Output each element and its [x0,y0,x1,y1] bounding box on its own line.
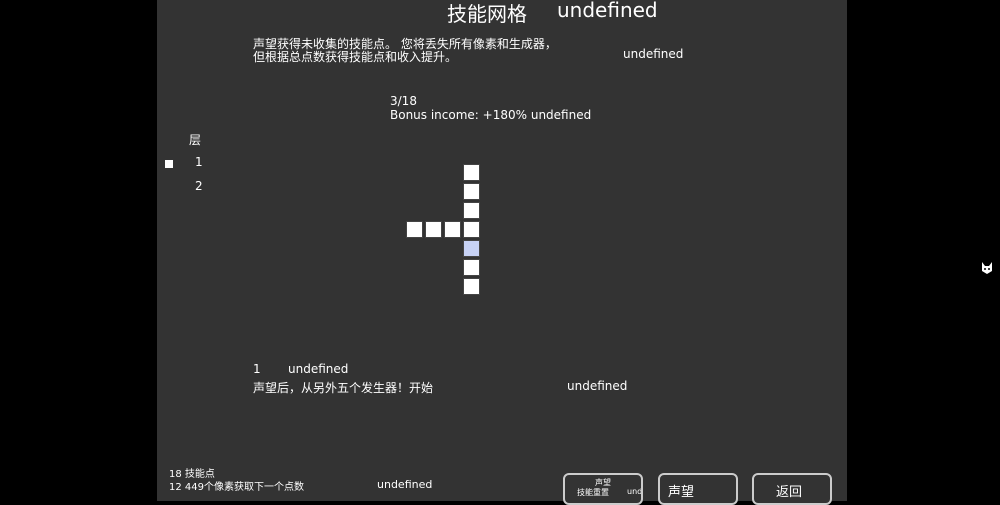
skill-node-selected[interactable] [463,240,480,257]
selected-node-extra: undefined [567,379,628,393]
skill-node[interactable] [463,221,480,238]
grid-progress: 3/18 [390,94,417,108]
layer-item-2[interactable]: 2 [195,179,203,193]
skill-grid-panel: 技能网格 undefined 声望获得未收集的技能点。 您将丢失所有像素和生成器… [157,0,847,505]
description-line-2: 但根据总点数获得技能点和收入提升。 [253,50,458,64]
description-extra: undefined [623,47,684,61]
layer-item-1[interactable]: 1 [195,155,203,169]
selected-node-number: 1 [253,362,261,376]
reset-button-extra: und [627,487,643,496]
skill-node[interactable] [463,278,480,295]
skill-node[interactable] [463,259,480,276]
layer-selected-marker [165,160,173,168]
bonus-income: Bonus income: +180% undefined [390,108,592,122]
selected-node-description: 声望后，从另外五个发生器！开始 [253,381,434,395]
page-title-suffix: undefined [557,0,658,22]
back-button[interactable]: 返回 [752,473,832,505]
next-point-progress: 12 449个像素获取下一个点数 [169,482,304,493]
selected-node-title: undefined [288,362,349,376]
layer-heading: 层 [189,133,202,147]
cat-icon-glyph [982,262,992,274]
cat-icon[interactable] [980,261,994,279]
reset-button-line-2: 技能重置 [577,488,609,497]
prestige-skill-reset-button[interactable]: 声望 技能重置 und [563,473,643,505]
prestige-button[interactable]: 声望 [658,473,738,505]
skill-node[interactable] [444,221,461,238]
skill-node[interactable] [425,221,442,238]
page-title: 技能网格 [447,2,527,26]
skill-node[interactable] [463,183,480,200]
skill-node[interactable] [463,164,480,181]
skill-node[interactable] [463,202,480,219]
skill-node[interactable] [406,221,423,238]
footer-extra: undefined [377,478,433,491]
